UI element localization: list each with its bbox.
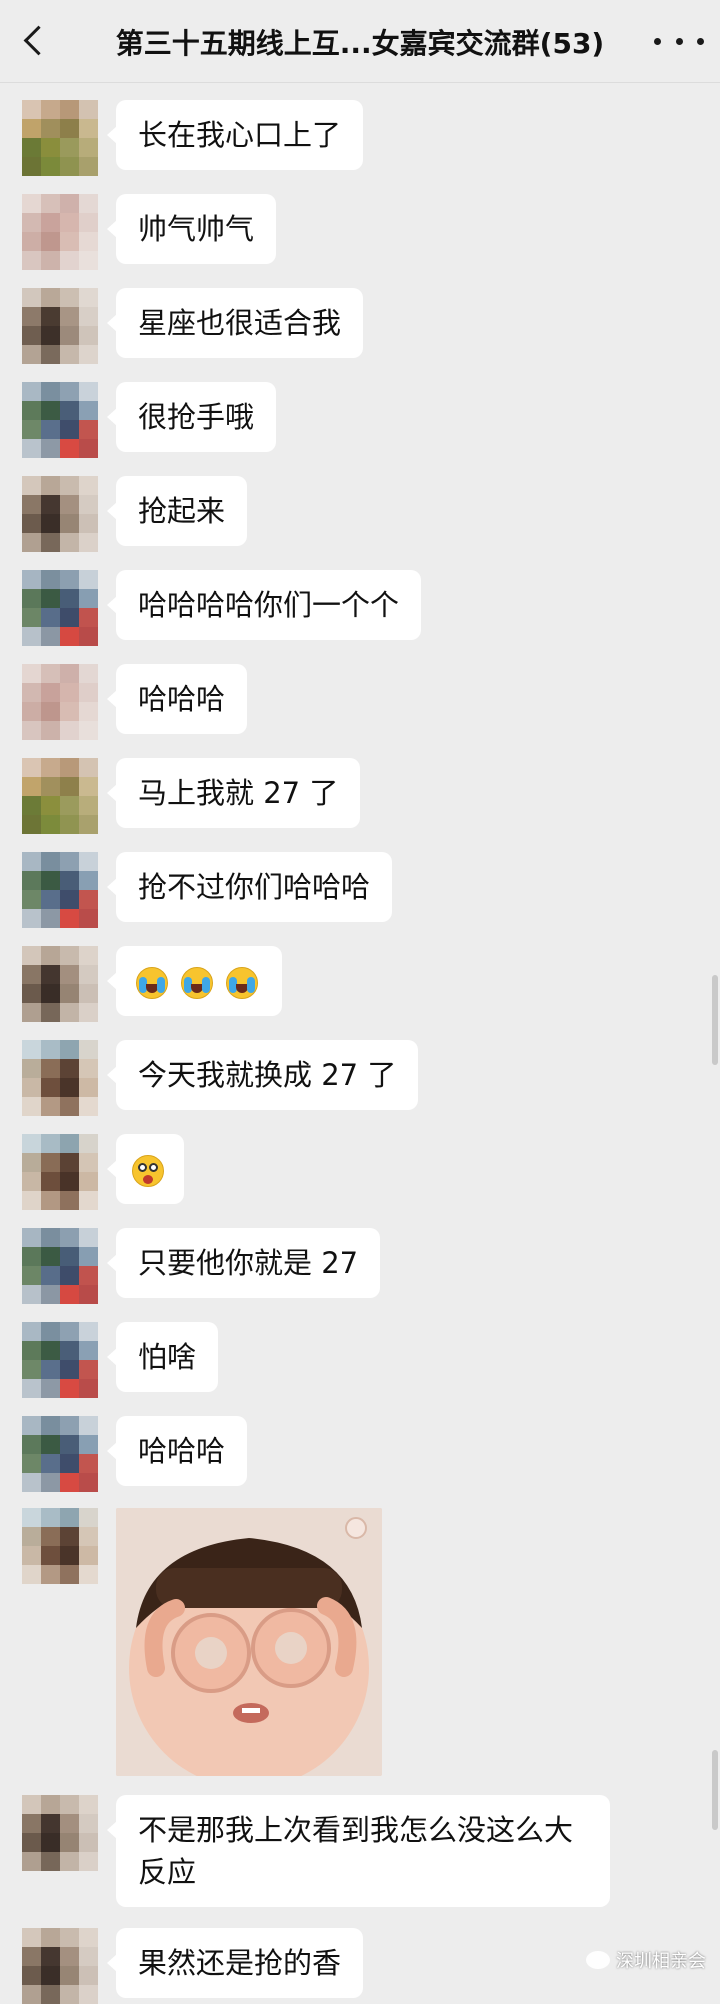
back-button[interactable] (18, 20, 58, 60)
message-bubble[interactable]: 很抢手哦 (106, 382, 277, 452)
chat-title: 第三十五期线上互...女嘉宾交流群(53) (115, 27, 605, 60)
watermark: 深圳相亲会 (586, 1947, 706, 1973)
avatar[interactable] (22, 946, 98, 1022)
chat-message-list: 长在我心口上了 帅气帅气 星座也很适合我 很抢手哦 抢起来 哈哈哈哈你们一个个 … (0, 0, 720, 2004)
message-bubble[interactable]: 长在我心口上了 (106, 100, 364, 170)
message-bubble[interactable]: 帅气帅气 (106, 194, 277, 264)
message-bubble[interactable]: 今天我就换成 27 了 (106, 1040, 419, 1110)
avatar[interactable] (22, 1416, 98, 1492)
message-bubble[interactable]: 不是那我上次看到我怎么没这么大反应 (107, 1795, 610, 1907)
avatar[interactable] (22, 1040, 98, 1116)
avatar[interactable] (22, 1928, 98, 2004)
message-bubble[interactable]: 果然还是抢的香 (106, 1928, 364, 1998)
avatar[interactable] (22, 476, 98, 552)
avatar[interactable] (22, 852, 98, 928)
message-bubble[interactable]: 哈哈哈哈你们一个个 (106, 570, 422, 640)
avatar[interactable] (22, 570, 98, 646)
message-bubble[interactable]: 抢不过你们哈哈哈 (106, 852, 393, 922)
message-bubble[interactable]: 哈哈哈 (106, 664, 248, 734)
message-bubble[interactable]: 星座也很适合我 (106, 288, 364, 358)
more-options-button[interactable] (654, 24, 704, 58)
avatar[interactable] (22, 758, 98, 834)
message-bubble[interactable] (107, 1134, 184, 1204)
message-bubble[interactable]: 哈哈哈 (106, 1416, 248, 1486)
avatar[interactable] (22, 1322, 98, 1398)
chevron-left-icon (23, 25, 54, 56)
crying-laughing-emoji-icon (181, 967, 214, 999)
avatar[interactable] (22, 288, 98, 364)
watermark-text: 深圳相亲会 (616, 1951, 706, 1972)
avatar[interactable] (22, 194, 98, 270)
avatar[interactable] (22, 382, 98, 458)
avatar[interactable] (22, 664, 98, 740)
message-bubble[interactable]: 只要他你就是 27 (106, 1228, 381, 1298)
message-bubble[interactable]: 怕啥 (106, 1322, 219, 1392)
wechat-icon (586, 1951, 610, 1969)
avatar[interactable] (22, 1228, 98, 1304)
chat-header: 第三十五期线上互...女嘉宾交流群(53) (0, 0, 720, 83)
dot-icon (697, 37, 704, 45)
avatar[interactable] (22, 1134, 98, 1210)
dot-icon (654, 37, 661, 45)
crying-laughing-emoji-icon (136, 967, 168, 999)
crying-laughing-emoji-icon (226, 967, 259, 999)
dot-icon (675, 37, 683, 45)
avatar[interactable] (22, 1795, 98, 1871)
avatar[interactable] (22, 100, 98, 176)
scrollbar[interactable] (712, 1750, 718, 1830)
shocked-emoji-icon (132, 1155, 164, 1187)
scrollbar[interactable] (712, 975, 718, 1065)
message-bubble[interactable]: 马上我就 27 了 (106, 758, 361, 828)
baby-sticker-image[interactable] (116, 1508, 382, 1776)
avatar[interactable] (22, 1508, 98, 1584)
message-bubble[interactable]: 抢起来 (106, 476, 248, 546)
message-bubble[interactable] (106, 946, 283, 1016)
